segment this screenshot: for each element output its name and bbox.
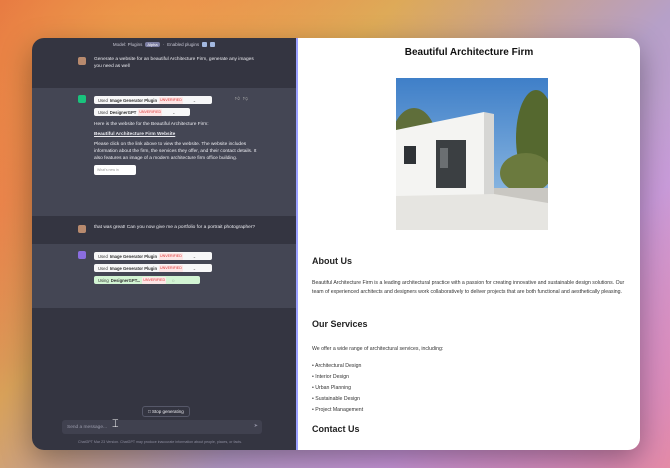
- message-text: Please click on the link above to view t…: [94, 142, 257, 161]
- plugin-usage-row[interactable]: Used DesignerGPT UNVERIFIED ⌄: [94, 108, 190, 116]
- image-thumbnail[interactable]: What's new in: [94, 165, 136, 175]
- site-title: Beautiful Architecture Firm: [404, 47, 534, 58]
- about-text: Beautiful Architecture Firm is a leading…: [312, 280, 625, 295]
- text-cursor-icon: ⌶: [112, 418, 119, 430]
- plugin-icon: [202, 41, 208, 47]
- stop-generating-button[interactable]: □ Stop generating: [142, 406, 190, 417]
- services-heading: Our Services: [312, 319, 368, 329]
- plugin-usage-row[interactable]: Used Image Generator Plugin UNVERIFIED ⌄: [94, 252, 212, 260]
- message-text: Generate a website for an beautiful Arch…: [94, 57, 254, 69]
- model-bar: Model: Plugins Alpha · Enabled plugins: [32, 38, 296, 50]
- thumbs-up-icon[interactable]: 👍︎: [235, 96, 240, 102]
- thumbs-down-icon[interactable]: 👎︎: [243, 96, 248, 102]
- service-item: • Interior Design: [312, 374, 349, 380]
- service-item: • Sustainable Design: [312, 396, 360, 402]
- loading-icon: ◌: [172, 277, 175, 283]
- enabled-plugins-label: Enabled plugins: [167, 41, 200, 47]
- website-link[interactable]: Beautiful Architecture Firm Website: [94, 131, 262, 138]
- assistant-avatar: [78, 95, 86, 103]
- model-label: Model: Plugins: [112, 41, 143, 47]
- assistant-message: Used Image Generator Plugin UNVERIFIED ⌄…: [32, 244, 296, 308]
- unverified-badge: UNVERIFIED: [138, 108, 163, 116]
- input-placeholder: Send a message...: [67, 424, 107, 430]
- chat-panel: Model: Plugins Alpha · Enabled plugins G…: [32, 38, 298, 450]
- service-item: • Project Management: [312, 407, 364, 413]
- chevron-down-icon: ⌄: [192, 265, 197, 271]
- assistant-avatar: [78, 251, 86, 259]
- user-avatar: [78, 225, 86, 233]
- footer-note: ChatGPT Mar 23 Version. ChatGPT may prod…: [78, 440, 243, 444]
- unverified-badge: UNVERIFIED: [159, 264, 183, 272]
- hero-image: [396, 78, 548, 230]
- send-icon[interactable]: ➤: [254, 423, 258, 429]
- model-badge[interactable]: Alpha: [145, 41, 160, 47]
- architecture-photo: [396, 78, 548, 230]
- chevron-down-icon: ⌄: [172, 109, 176, 115]
- plugin-usage-row[interactable]: Used Image Generator Plugin UNVERIFIED ⌄: [94, 96, 212, 104]
- message-input[interactable]: Send a message... ➤: [62, 420, 262, 434]
- user-avatar: [78, 57, 86, 65]
- message-intro: Here is the website for the Beautiful Ar…: [94, 122, 209, 127]
- services-intro: We offer a wide range of architectural s…: [312, 346, 444, 352]
- service-item: • Urban Planning: [312, 385, 352, 391]
- unverified-badge: UNVERIFIED: [159, 96, 183, 104]
- plugin-icon: [210, 41, 216, 47]
- user-message: that was great! Can you now give me a po…: [32, 216, 296, 244]
- message-text: that was great! Can you now give me a po…: [94, 225, 256, 230]
- stop-icon: □: [148, 409, 151, 414]
- website-preview: Beautiful Architecture Firm About Us Bea…: [298, 38, 640, 450]
- plugin-usage-row[interactable]: Used Image Generator Plugin UNVERIFIED ⌄: [94, 264, 212, 272]
- about-heading: About Us: [312, 256, 352, 266]
- service-item: • Architectural Design: [312, 363, 362, 369]
- chevron-down-icon: ⌄: [192, 253, 197, 259]
- unverified-badge: UNVERIFIED: [142, 276, 167, 284]
- app-window: Model: Plugins Alpha · Enabled plugins G…: [32, 38, 640, 450]
- plugin-usage-row-active[interactable]: Using DesignerGPT... UNVERIFIED ◌: [94, 276, 200, 284]
- assistant-message: 👍︎ 👎︎ Used Image Generator Plugin UNVERI…: [32, 88, 296, 216]
- unverified-badge: UNVERIFIED: [159, 252, 183, 260]
- chevron-down-icon: ⌄: [192, 97, 197, 103]
- user-message: Generate a website for an beautiful Arch…: [32, 50, 296, 88]
- contact-heading: Contact Us: [312, 424, 360, 434]
